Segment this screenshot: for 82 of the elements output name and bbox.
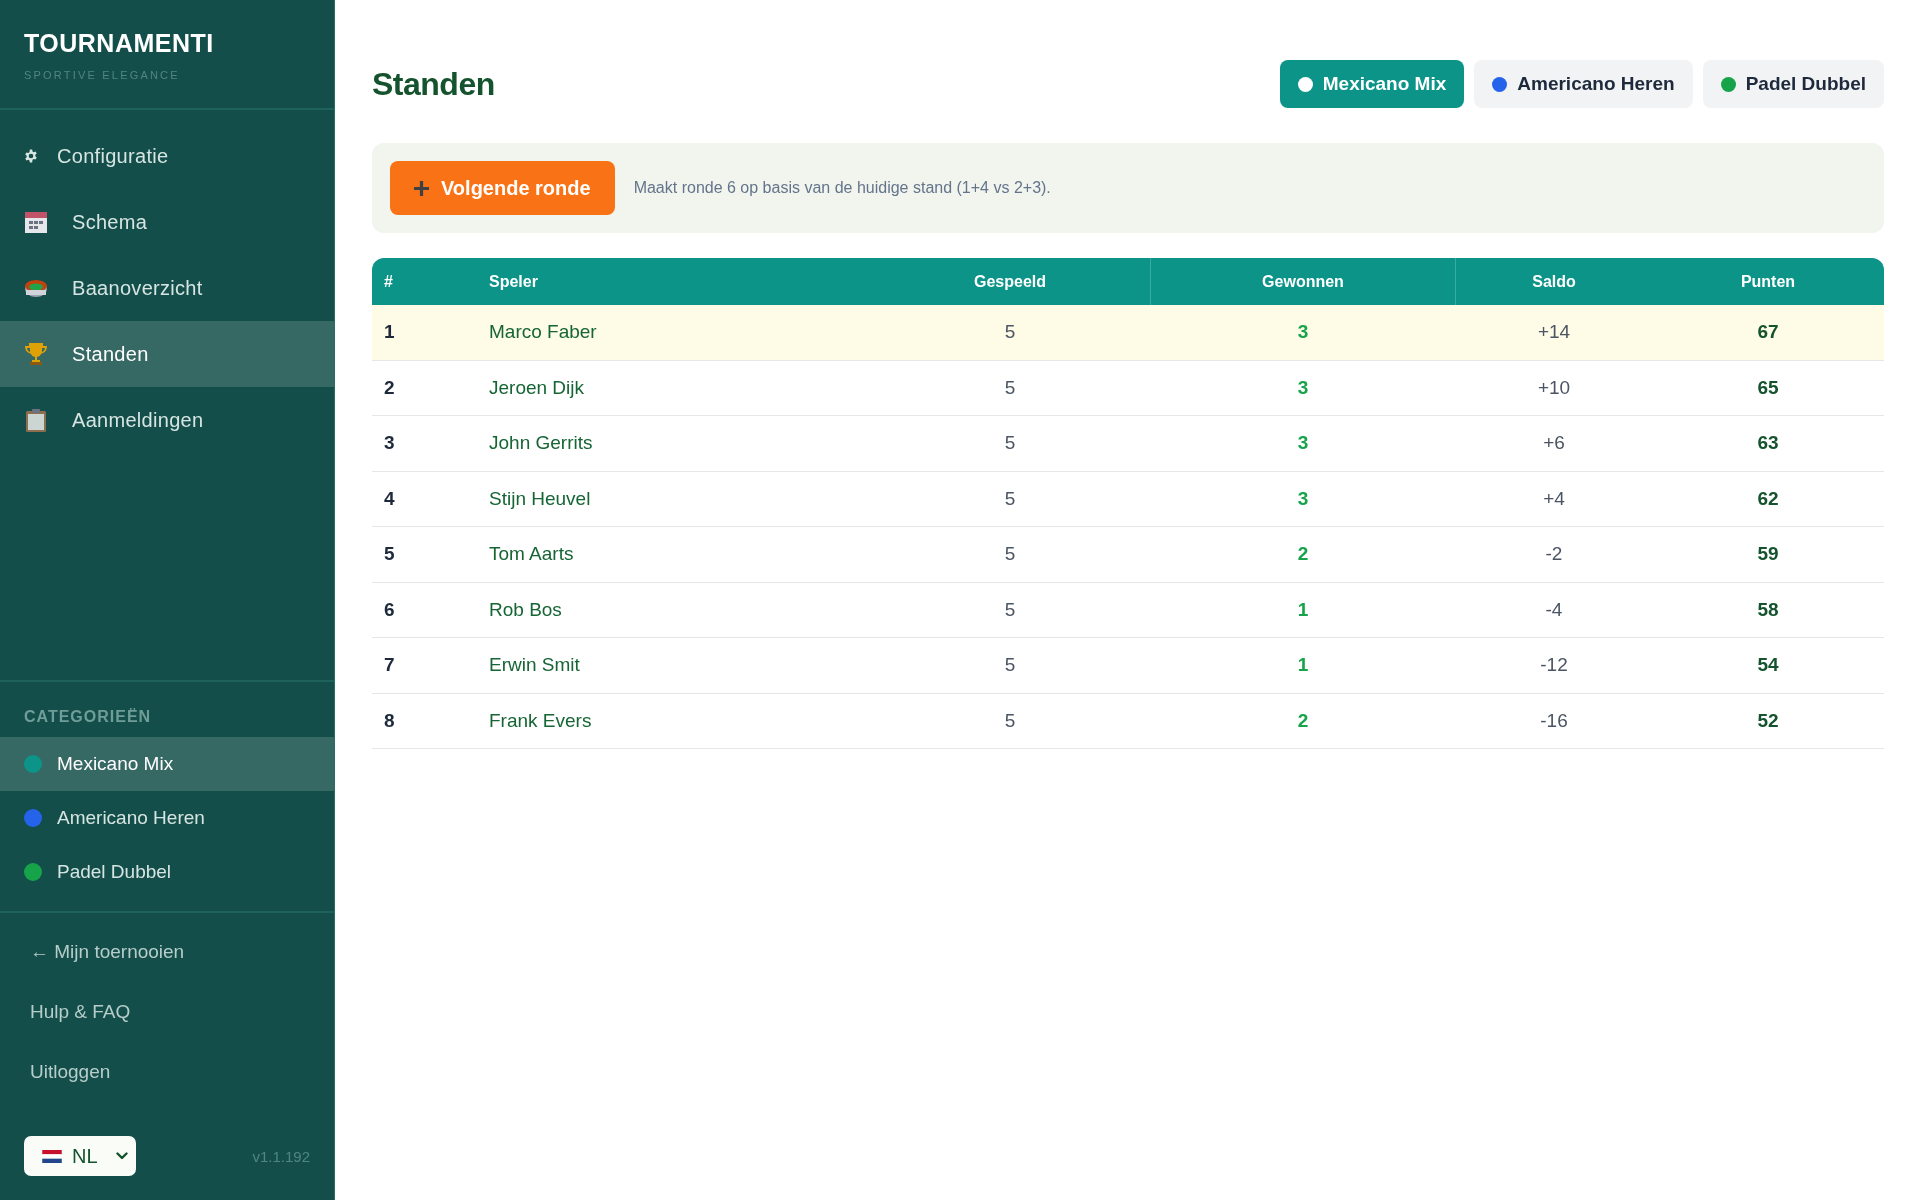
nav-item[interactable]: Aanmeldingen [0,387,334,453]
section-heading: CATEGORIEËN [23,707,152,727]
player-name-cell-text: Erwin Smit [488,653,581,678]
player-name-cell-text: Tom Aarts [488,542,575,567]
played-cell-text: 5 [1003,597,1017,622]
balance-cell-text: -4 [1544,597,1564,622]
won-cell-text: 3 [1296,486,1310,511]
category-tab[interactable]: Mexicano Mix [1279,60,1465,108]
player-name-cell-text: John Gerrits [488,431,594,456]
player-name-cell-text: Marco Faber [488,320,598,345]
won-cell-text: 1 [1296,653,1310,678]
points-cell-text: 62 [1756,486,1780,511]
balance-cell-text: -12 [1539,653,1569,678]
nav-item[interactable]: Baanoverzicht [0,255,334,321]
clipboard-icon [24,408,48,432]
player-name-cell-text: Jeroen Dijk [488,375,586,400]
nav-item[interactable]: Configuratie [0,123,334,189]
rank-cell-text: 4 [383,486,396,511]
points-cell-text: 52 [1756,708,1780,733]
balance-cell-text: -2 [1544,542,1564,567]
sidebar-link[interactable]: Uitloggen [30,1061,111,1083]
won-cell-text: 3 [1296,375,1310,400]
played-cell-text: 5 [1003,431,1017,456]
category-tab[interactable]: Americano Heren [1474,60,1693,108]
balance-cell-text: +10 [1536,375,1572,400]
points-cell-text: 67 [1756,320,1780,345]
rank-cell-text: 5 [383,542,396,567]
category-item[interactable]: Americano Heren [0,791,334,845]
rank-cell-text: 7 [383,653,396,678]
points-cell-text: 65 [1756,375,1780,400]
rank-cell-text: 3 [383,431,396,456]
language-select[interactable]: NL [24,1136,136,1176]
nav-item[interactable]: Standen [0,321,334,387]
player-name-cell-text: Frank Evers [488,708,593,733]
plus-icon [414,180,429,196]
balance-cell-text: -16 [1539,708,1569,733]
won-cell-text: 3 [1296,320,1310,345]
won-cell-text: 1 [1296,597,1310,622]
rank-cell-text: 2 [383,375,396,400]
played-cell-text: 5 [1003,653,1017,678]
player-name-cell-text: Stijn Heuvel [488,486,592,511]
played-cell-text: 5 [1003,542,1017,567]
chevron-down-icon [116,1152,128,1160]
sidebar-link[interactable]: Hulp & FAQ [30,1001,131,1023]
won-cell-text: 2 [1296,542,1310,567]
gear-icon [24,149,38,163]
played-cell-text: 5 [1003,486,1017,511]
won-cell-text: 3 [1296,431,1310,456]
hint-text: Maakt ronde 6 op basis van de huidige stand (1+4 vs 2+3). [633,179,1051,197]
column-header: Punten [1739,271,1797,292]
played-cell-text: 5 [1003,320,1017,345]
player-name-cell-text: Rob Bos [488,597,563,622]
column-header: # [383,271,394,292]
page-title: Standen [372,65,495,103]
status-dot-icon [1297,76,1313,92]
points-cell-text: 54 [1756,653,1780,678]
won-cell-text: 2 [1296,708,1310,733]
flag-icon [42,1149,62,1163]
rank-cell-text: 8 [383,708,396,733]
points-cell-text: 63 [1756,431,1780,456]
balance-cell-text: +6 [1542,431,1566,456]
played-cell-text: 5 [1003,375,1017,400]
app-logo-title: TOURNAMENTI [24,28,214,58]
balance-cell-text: +4 [1542,486,1566,511]
points-cell-text: 58 [1756,597,1780,622]
app-tagline: SPORTIVE ELEGANCE [24,68,180,82]
rank-cell-text: 6 [383,597,396,622]
calendar-icon [24,210,48,234]
column-header: Saldo [1531,271,1577,292]
sidebar-link[interactable]: ← Mijn toernooien [30,941,185,963]
version-label: v1.1.192 [252,1147,310,1165]
trophy-icon [24,342,48,366]
column-header: Speler [488,271,539,292]
category-tab[interactable]: Padel Dubbel [1702,60,1884,108]
column-header: Gespeeld [973,271,1047,292]
rank-cell-text: 1 [383,320,396,345]
category-item[interactable]: Mexicano Mix [0,737,334,791]
nav-item[interactable]: Schema [0,189,334,255]
balance-cell-text: +14 [1536,320,1572,345]
category-item[interactable]: Padel Dubbel [0,845,334,899]
points-cell-text: 59 [1756,542,1780,567]
played-cell-text: 5 [1003,708,1017,733]
